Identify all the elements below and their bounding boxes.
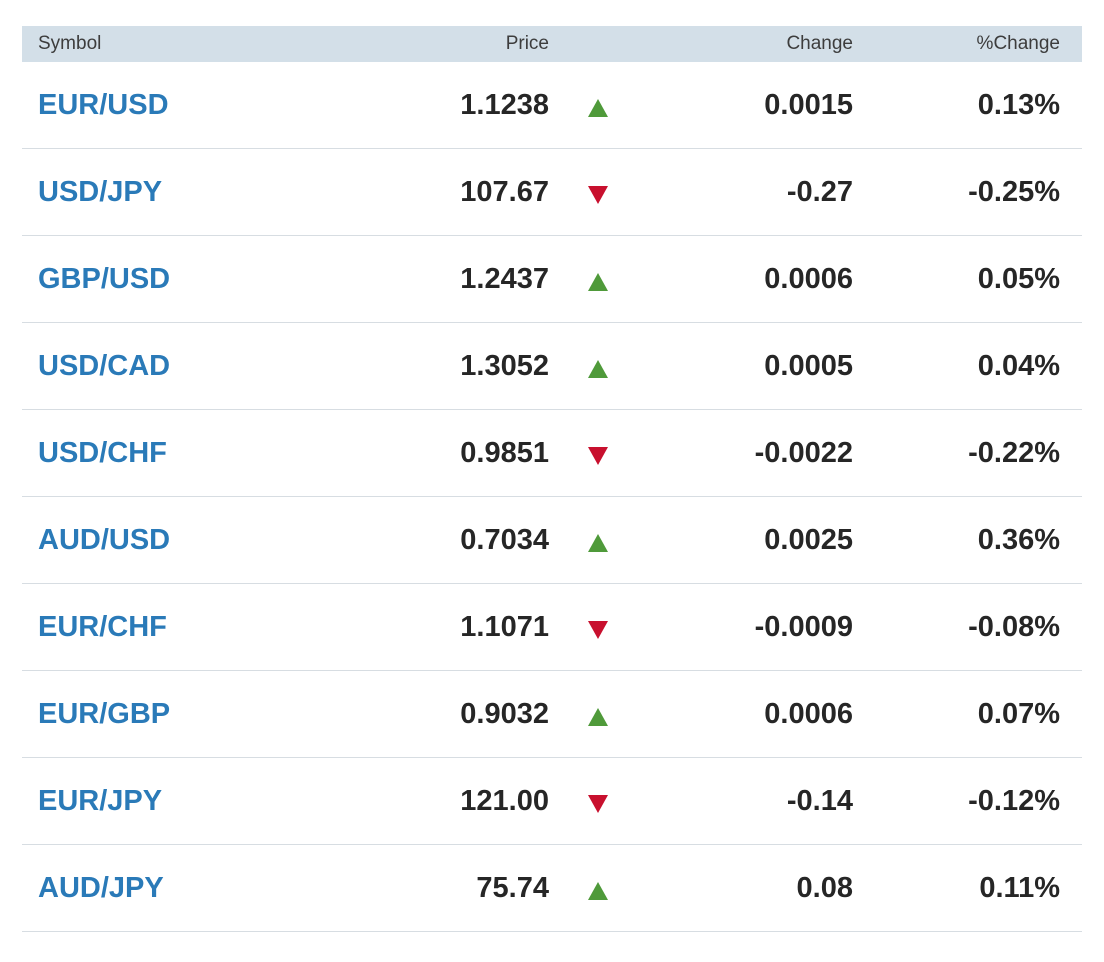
- pct-change-value: 0.05%: [977, 262, 1060, 295]
- change-value: 0.0025: [764, 523, 853, 556]
- pct-change-value: 0.13%: [977, 88, 1060, 121]
- price-value: 121.00: [460, 784, 549, 817]
- change-value: 0.08: [796, 871, 853, 904]
- table-row[interactable]: USD/CAD 1.3052 0.0005 0.04%: [22, 323, 1082, 410]
- table-row[interactable]: USD/CHF 0.9851 -0.0022 -0.22%: [22, 410, 1082, 497]
- symbol-link[interactable]: AUD/USD: [38, 524, 170, 556]
- price-value: 107.67: [460, 175, 549, 208]
- column-header-change[interactable]: Change: [647, 33, 853, 55]
- change-value: 0.0005: [764, 349, 853, 382]
- price-value: 1.1238: [460, 88, 549, 121]
- price-value: 1.3052: [460, 349, 549, 382]
- price-value: 1.1071: [460, 610, 549, 643]
- change-value: -0.0009: [754, 610, 853, 643]
- table-row[interactable]: EUR/USD 1.1238 0.0015 0.13%: [22, 62, 1082, 149]
- triangle-down-icon: [588, 186, 608, 204]
- triangle-up-icon: [588, 99, 608, 117]
- change-value: 0.0006: [764, 262, 853, 295]
- pct-change-value: 0.36%: [977, 523, 1060, 556]
- triangle-down-icon: [588, 621, 608, 639]
- table-row[interactable]: EUR/JPY 121.00 -0.14 -0.12%: [22, 758, 1082, 845]
- triangle-up-icon: [588, 882, 608, 900]
- price-value: 75.74: [476, 871, 549, 904]
- currency-quotes-table: Symbol Price Change %Change EUR/USD 1.12…: [22, 26, 1082, 932]
- pct-change-value: 0.07%: [977, 697, 1060, 730]
- symbol-link[interactable]: EUR/USD: [38, 89, 169, 121]
- triangle-up-icon: [588, 534, 608, 552]
- price-value: 0.7034: [460, 523, 549, 556]
- column-header-symbol[interactable]: Symbol: [22, 33, 322, 55]
- change-value: -0.27: [786, 175, 853, 208]
- pct-change-value: -0.12%: [968, 784, 1060, 817]
- pct-change-value: 0.04%: [977, 349, 1060, 382]
- table-row[interactable]: AUD/JPY 75.74 0.08 0.11%: [22, 845, 1082, 932]
- pct-change-value: -0.25%: [968, 175, 1060, 208]
- table-row[interactable]: USD/JPY 107.67 -0.27 -0.25%: [22, 149, 1082, 236]
- price-value: 0.9032: [460, 697, 549, 730]
- table-row[interactable]: EUR/CHF 1.1071 -0.0009 -0.08%: [22, 584, 1082, 671]
- table-header: Symbol Price Change %Change: [22, 26, 1082, 62]
- column-header-pct-change[interactable]: %Change: [853, 33, 1060, 55]
- symbol-link[interactable]: EUR/JPY: [38, 785, 162, 817]
- table-row[interactable]: GBP/USD 1.2437 0.0006 0.05%: [22, 236, 1082, 323]
- symbol-link[interactable]: USD/CHF: [38, 437, 167, 469]
- price-value: 0.9851: [460, 436, 549, 469]
- symbol-link[interactable]: EUR/GBP: [38, 698, 170, 730]
- change-value: -0.0022: [754, 436, 853, 469]
- symbol-link[interactable]: USD/CAD: [38, 350, 170, 382]
- price-value: 1.2437: [460, 262, 549, 295]
- table-row[interactable]: AUD/USD 0.7034 0.0025 0.36%: [22, 497, 1082, 584]
- symbol-link[interactable]: AUD/JPY: [38, 872, 164, 904]
- triangle-up-icon: [588, 273, 608, 291]
- change-value: -0.14: [786, 784, 853, 817]
- symbol-link[interactable]: GBP/USD: [38, 263, 170, 295]
- symbol-link[interactable]: USD/JPY: [38, 176, 162, 208]
- pct-change-value: -0.08%: [968, 610, 1060, 643]
- triangle-up-icon: [588, 360, 608, 378]
- triangle-down-icon: [588, 795, 608, 813]
- change-value: 0.0015: [764, 88, 853, 121]
- change-value: 0.0006: [764, 697, 853, 730]
- triangle-down-icon: [588, 447, 608, 465]
- pct-change-value: 0.11%: [979, 871, 1060, 904]
- triangle-up-icon: [588, 708, 608, 726]
- table-row[interactable]: EUR/GBP 0.9032 0.0006 0.07%: [22, 671, 1082, 758]
- symbol-link[interactable]: EUR/CHF: [38, 611, 167, 643]
- column-header-price[interactable]: Price: [322, 33, 549, 55]
- pct-change-value: -0.22%: [968, 436, 1060, 469]
